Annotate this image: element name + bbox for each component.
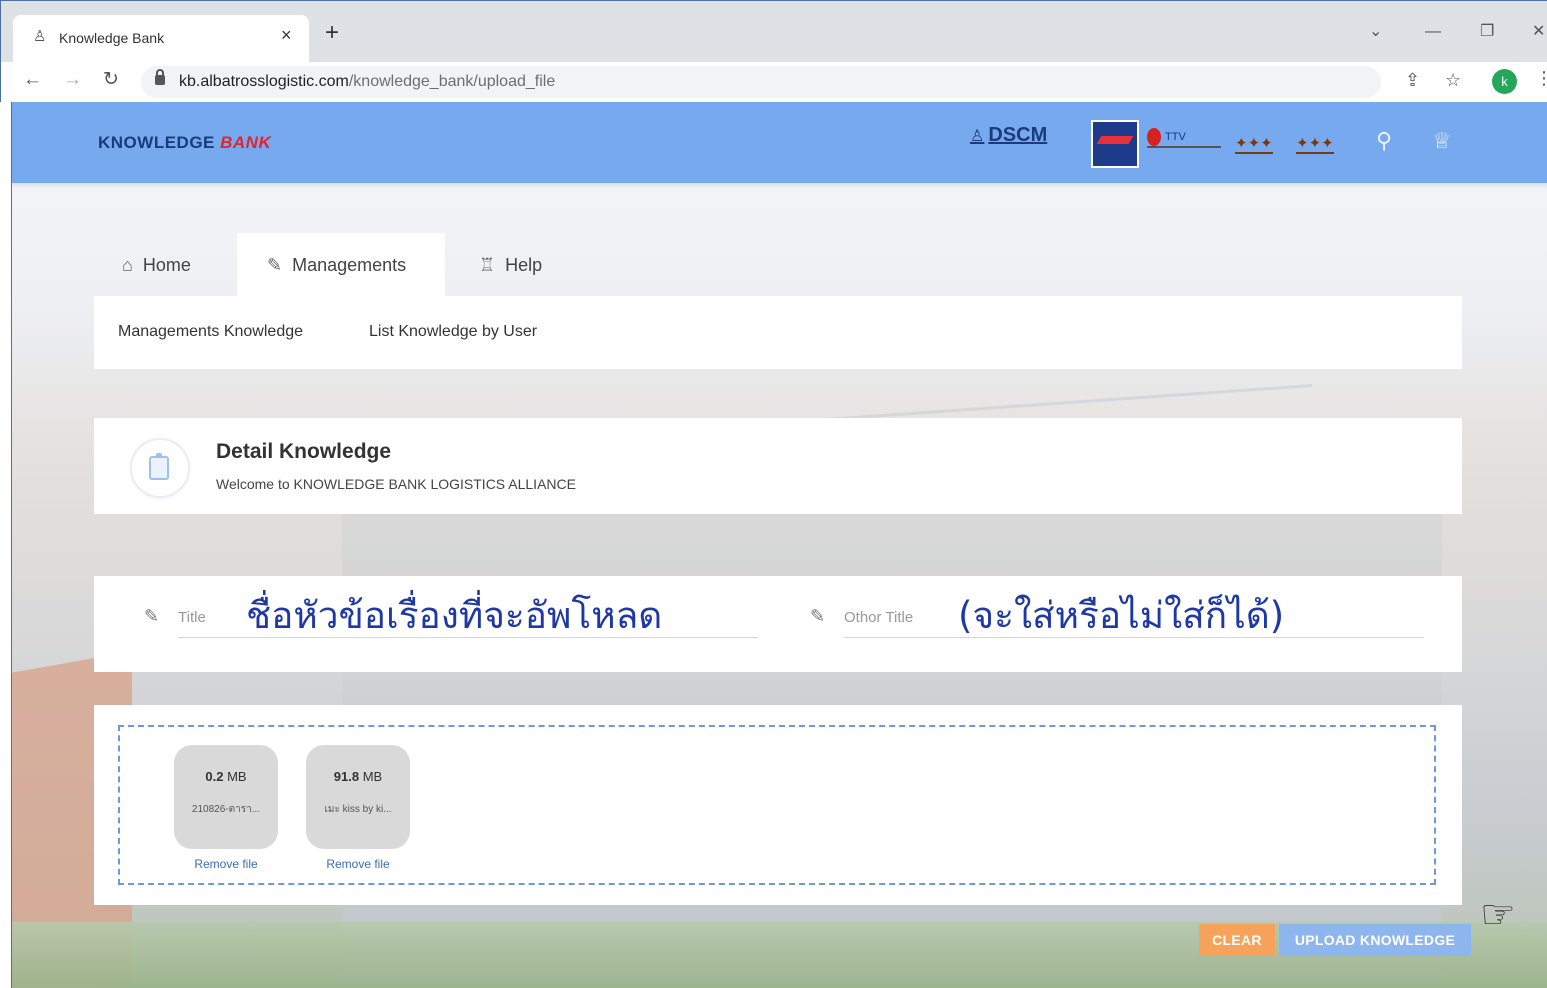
detail-icon-circle — [130, 438, 190, 498]
subnav-list-knowledge-by-user[interactable]: List Knowledge by User — [369, 323, 537, 341]
help-icon: ♖ — [479, 254, 496, 275]
partner-ttv-logo[interactable]: TTV — [1147, 128, 1221, 148]
clipboard-icon — [149, 453, 169, 480]
tab-home[interactable]: ⌂ Home — [122, 233, 232, 297]
title-form-card: ✎ Title ✎ Othor Title ชื่อหัวข้อเรื่องที… — [94, 576, 1462, 672]
site-header: KNOWLEDGE BANK ♙ DSCM TTV ✦✦✦ ✦✦✦ ⚲ ♕ — [12, 102, 1547, 183]
url-text[interactable]: kb.albatrosslogistic.com/knowledge_bank/… — [179, 73, 555, 91]
browser-toolbar: ← → ↻ kb.albatrosslogistic.com/knowledge… — [0, 62, 1547, 102]
pencil-icon: ✎ — [267, 254, 283, 275]
reload-icon[interactable]: ↻ — [103, 69, 119, 91]
brand-logo[interactable]: KNOWLEDGE BANK — [98, 133, 271, 153]
remove-file-link[interactable]: Remove file — [174, 857, 278, 871]
upload-knowledge-button[interactable]: UPLOAD KNOWLEDGE — [1279, 924, 1471, 956]
pointing-hand-icon: ☜ — [1480, 893, 1516, 937]
page-viewport: KNOWLEDGE BANK ♙ DSCM TTV ✦✦✦ ✦✦✦ ⚲ ♕ ⌂ H… — [11, 102, 1547, 988]
dscm-mark-icon: ♙ — [970, 128, 985, 145]
new-tab-button[interactable]: + — [325, 21, 339, 45]
brand-part2: BANK — [220, 133, 272, 152]
file-size-unit: MB — [227, 769, 247, 784]
other-title-input-label: Othor Title — [844, 609, 914, 626]
tab-managements-label: Managements — [292, 254, 407, 275]
page-title: Detail Knowledge — [216, 440, 392, 463]
profile-avatar[interactable]: k — [1492, 69, 1517, 94]
partner-albatross-logo[interactable] — [1091, 120, 1139, 168]
tab-search-icon[interactable]: ⌄ — [1369, 23, 1382, 41]
restore-icon[interactable]: ❐ — [1480, 23, 1494, 41]
clear-button[interactable]: CLEAR — [1199, 924, 1275, 956]
sub-navigation: Managements Knowledge List Knowledge by … — [94, 296, 1462, 369]
forward-icon[interactable]: → — [63, 69, 82, 91]
tab-help-label: Help — [505, 254, 543, 275]
brand-part1: KNOWLEDGE — [98, 133, 215, 152]
home-icon: ⌂ — [122, 254, 133, 275]
partner-dscm-logo[interactable]: ♙ DSCM — [970, 124, 1047, 147]
star-icon[interactable]: ☆ — [1445, 70, 1461, 91]
title-pencil-icon: ✎ — [144, 606, 160, 626]
tab-home-label: Home — [142, 254, 191, 275]
file-size: 0.2 MB — [174, 769, 278, 784]
other-title-annotation: (จะใส่หรือไม่ใส่ก็ได้) — [958, 594, 1285, 637]
search-icon[interactable]: ⚲ — [1376, 128, 1392, 154]
file-size-unit: MB — [362, 769, 383, 784]
close-window-icon[interactable]: ✕ — [1532, 23, 1545, 41]
favicon-icon: ♙ — [33, 28, 47, 45]
browser-tabstrip: ♙ Knowledge Bank × + ⌄ — ❐ ✕ — [0, 0, 1547, 63]
detail-card: Detail Knowledge Welcome to KNOWLEDGE BA… — [94, 418, 1462, 514]
menu-icon[interactable]: ⋮ — [1535, 68, 1547, 89]
page-subtitle: Welcome to KNOWLEDGE BANK LOGISTICS ALLI… — [216, 476, 576, 492]
partner-logo-1[interactable]: ✦✦✦ — [1235, 134, 1273, 154]
tab-help[interactable]: ♖ Help — [479, 233, 579, 297]
file-size: 91.8 MB — [306, 769, 410, 784]
file-size-value: 91.8 — [333, 769, 360, 784]
browser-tab[interactable]: ♙ Knowledge Bank × — [13, 15, 309, 63]
share-icon[interactable]: ⇪ — [1405, 70, 1420, 91]
tab-close-icon[interactable]: × — [281, 25, 292, 46]
file-preview: 0.2 MB 210826-ตารา... — [174, 745, 278, 849]
title-annotation: ชื่อหัวข้อเรื่องที่จะอัพโหลด — [246, 594, 663, 637]
file-preview: 91.8 MB เมะ kiss by ki... — [306, 745, 410, 849]
lock-icon — [155, 69, 165, 85]
url-path: /knowledge_bank/upload_file — [348, 73, 556, 90]
ttv-mark-icon — [1147, 128, 1161, 146]
file-name: 210826-ตารา... — [191, 804, 261, 815]
subnav-managements-knowledge[interactable]: Managements Knowledge — [118, 323, 303, 341]
upload-card: 0.2 MB 210826-ตารา... Remove file 91.8 M… — [94, 705, 1462, 905]
address-bar[interactable]: kb.albatrosslogistic.com/knowledge_bank/… — [141, 66, 1381, 98]
partner-ttv-text: TTV — [1165, 130, 1186, 143]
title-input-label: Title — [178, 609, 206, 626]
tab-title: Knowledge Bank — [59, 30, 165, 46]
minimize-icon[interactable]: — — [1425, 23, 1441, 41]
nav-tabs: ⌂ Home ✎ Managements ♖ Help — [94, 233, 1462, 297]
other-title-pencil-icon: ✎ — [810, 606, 826, 626]
file-dropzone[interactable]: 0.2 MB 210826-ตารา... Remove file 91.8 M… — [118, 725, 1436, 885]
back-icon[interactable]: ← — [23, 69, 42, 91]
url-host: kb.albatrosslogistic.com — [179, 73, 349, 90]
partner-dscm-text: DSCM — [988, 124, 1048, 146]
remove-file-link[interactable]: Remove file — [306, 857, 410, 871]
tab-managements[interactable]: ✎ Managements — [237, 233, 445, 297]
user-icon[interactable]: ♕ — [1432, 128, 1452, 154]
file-size-value: 0.2 — [205, 769, 224, 784]
file-name: เมะ kiss by ki... — [324, 804, 392, 815]
partner-logo-2[interactable]: ✦✦✦ — [1296, 134, 1334, 154]
